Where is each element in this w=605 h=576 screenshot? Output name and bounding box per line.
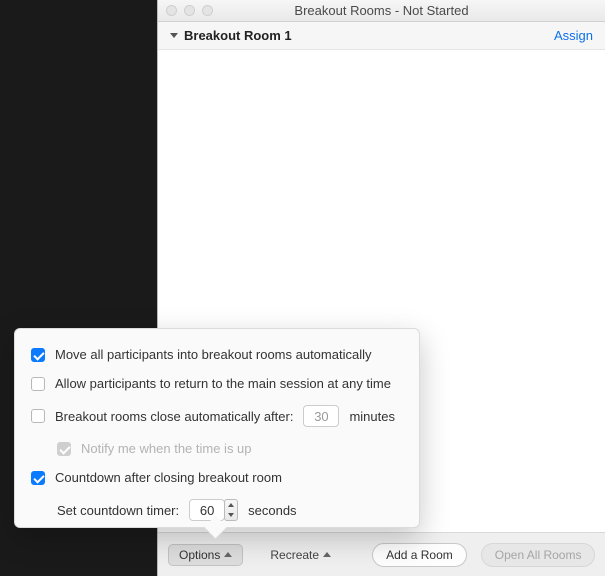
chevron-up-icon — [224, 552, 232, 557]
option-label: Breakout rooms close automatically after… — [55, 409, 293, 424]
option-label: Countdown after closing breakout room — [55, 470, 282, 485]
titlebar: Breakout Rooms - Not Started — [158, 0, 605, 22]
room-name: Breakout Room 1 — [184, 28, 292, 43]
disclosure-triangle-icon[interactable] — [170, 33, 178, 38]
close-window-button[interactable] — [166, 5, 177, 16]
minimize-window-button[interactable] — [184, 5, 195, 16]
chevron-up-icon — [323, 552, 331, 557]
open-all-rooms-button: Open All Rooms — [481, 543, 596, 567]
checkbox-countdown[interactable] — [31, 471, 45, 485]
traffic-lights — [158, 5, 213, 16]
checkbox-notify — [57, 442, 71, 456]
option-auto-close[interactable]: Breakout rooms close automatically after… — [31, 405, 403, 427]
stepper-up-icon[interactable] — [225, 500, 237, 510]
recreate-button[interactable]: Recreate — [257, 543, 344, 567]
auto-close-minutes-input[interactable] — [303, 405, 339, 427]
options-popover: Move all participants into breakout room… — [14, 328, 420, 528]
option-allow-return[interactable]: Allow participants to return to the main… — [31, 376, 403, 391]
options-button-label: Options — [179, 548, 220, 562]
add-room-button[interactable]: Add a Room — [372, 543, 467, 567]
option-countdown-timer: Set countdown timer: seconds — [31, 499, 403, 521]
countdown-stepper[interactable] — [224, 499, 238, 521]
option-label-after: minutes — [349, 409, 395, 424]
checkbox-auto-close[interactable] — [31, 409, 45, 423]
recreate-button-label: Recreate — [270, 548, 319, 562]
window-title: Breakout Rooms - Not Started — [158, 3, 605, 18]
add-room-button-label: Add a Room — [386, 548, 453, 562]
options-button[interactable]: Options — [168, 544, 243, 566]
stepper-down-icon[interactable] — [225, 510, 237, 520]
assign-link[interactable]: Assign — [554, 28, 593, 43]
option-label: Allow participants to return to the main… — [55, 376, 391, 391]
open-all-rooms-label: Open All Rooms — [495, 548, 582, 562]
checkbox-allow-return[interactable] — [31, 377, 45, 391]
countdown-seconds-input[interactable] — [189, 499, 225, 521]
zoom-window-button[interactable] — [202, 5, 213, 16]
option-notify: Notify me when the time is up — [31, 441, 403, 456]
countdown-timer-label-after: seconds — [248, 503, 296, 518]
option-countdown[interactable]: Countdown after closing breakout room — [31, 470, 403, 485]
option-label: Notify me when the time is up — [81, 441, 252, 456]
option-move-auto[interactable]: Move all participants into breakout room… — [31, 347, 403, 362]
room-header-left[interactable]: Breakout Room 1 — [170, 28, 292, 43]
option-label: Move all participants into breakout room… — [55, 347, 371, 362]
room-header: Breakout Room 1 Assign — [158, 22, 605, 50]
countdown-timer-label-before: Set countdown timer: — [57, 503, 179, 518]
checkbox-move-auto[interactable] — [31, 348, 45, 362]
footer: Options Recreate Add a Room Open All Roo… — [158, 532, 605, 576]
